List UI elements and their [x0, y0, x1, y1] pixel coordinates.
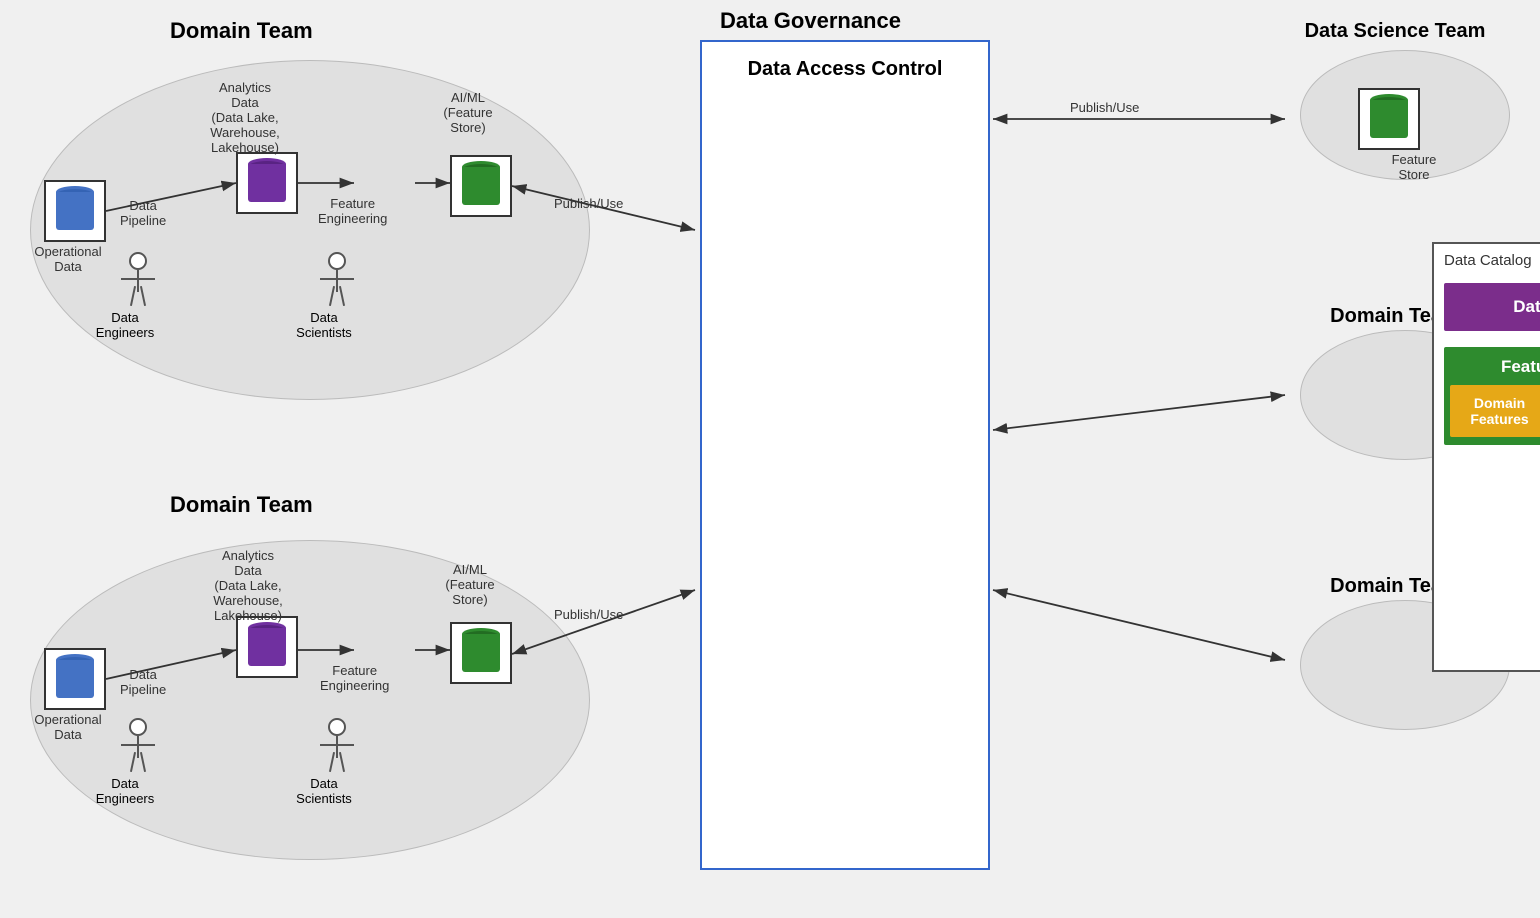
analytics-data-bottom-box: [236, 616, 298, 678]
publish-use-bottom-label: Publish/Use: [554, 607, 623, 622]
op-data-bottom-label: OperationalData: [18, 712, 118, 742]
domain-features-box: Domain Features: [1450, 385, 1540, 437]
analytics-data-top-label: AnalyticsData(Data Lake,Warehouse,Lakeho…: [195, 80, 295, 155]
feature-store-ds-box: [1358, 88, 1420, 150]
op-data-top-box: [44, 180, 106, 242]
data-governance-label: Data Governance: [720, 8, 901, 34]
gov-box: Data Access Control Data Catalog Data Se…: [700, 40, 990, 870]
publish-use-ds-label: Publish/Use: [1070, 100, 1139, 115]
aiml-top-box: [450, 155, 512, 217]
op-data-bottom-box: [44, 648, 106, 710]
catalog-box: Data Catalog Data Sets Feature Sets Doma…: [1432, 242, 1540, 672]
data-scientists-bottom: DataScientists: [315, 718, 359, 806]
aiml-top-label: AI/ML(FeatureStore): [418, 90, 518, 135]
diagram-container: Domain Team Domain Team Data Governance …: [0, 0, 1540, 918]
analytics-data-bottom-label: AnalyticsData(Data Lake,Warehouse,Lakeho…: [198, 548, 298, 623]
data-pipeline-bottom-label: DataPipeline: [120, 667, 166, 697]
domain-team-bottom-label: Domain Team: [170, 492, 313, 518]
analytics-data-top-box: [236, 152, 298, 214]
aiml-bottom-label: AI/ML(FeatureStore): [420, 562, 520, 607]
op-data-top-label: OperationalData: [18, 244, 118, 274]
feature-sets-title: Feature Sets: [1444, 347, 1540, 385]
feature-eng-bottom-label: FeatureEngineering: [320, 663, 389, 693]
dac-title: Data Access Control: [702, 42, 988, 91]
feature-sets-row: Domain Features Shared Features: [1444, 385, 1540, 437]
datasets-box: Data Sets: [1444, 283, 1540, 331]
data-pipeline-top-label: DataPipeline: [120, 198, 166, 228]
data-science-team-label: Data Science Team: [1270, 20, 1520, 43]
domain-team-top-label: Domain Team: [170, 18, 313, 44]
feature-sets-outer: Feature Sets Domain Features Shared Feat…: [1444, 347, 1540, 445]
publish-use-top-label: Publish/Use: [554, 196, 623, 211]
data-scientists-top: DataScientists: [315, 252, 359, 340]
feature-eng-top-label: FeatureEngineering: [318, 196, 387, 226]
catalog-title: Data Catalog: [1434, 244, 1540, 273]
data-engineers-bottom: DataEngineers: [116, 718, 160, 806]
data-engineers-top: DataEngineers: [116, 252, 160, 340]
aiml-bottom-box: [450, 622, 512, 684]
feature-store-ds-label: FeatureStore: [1374, 152, 1454, 182]
